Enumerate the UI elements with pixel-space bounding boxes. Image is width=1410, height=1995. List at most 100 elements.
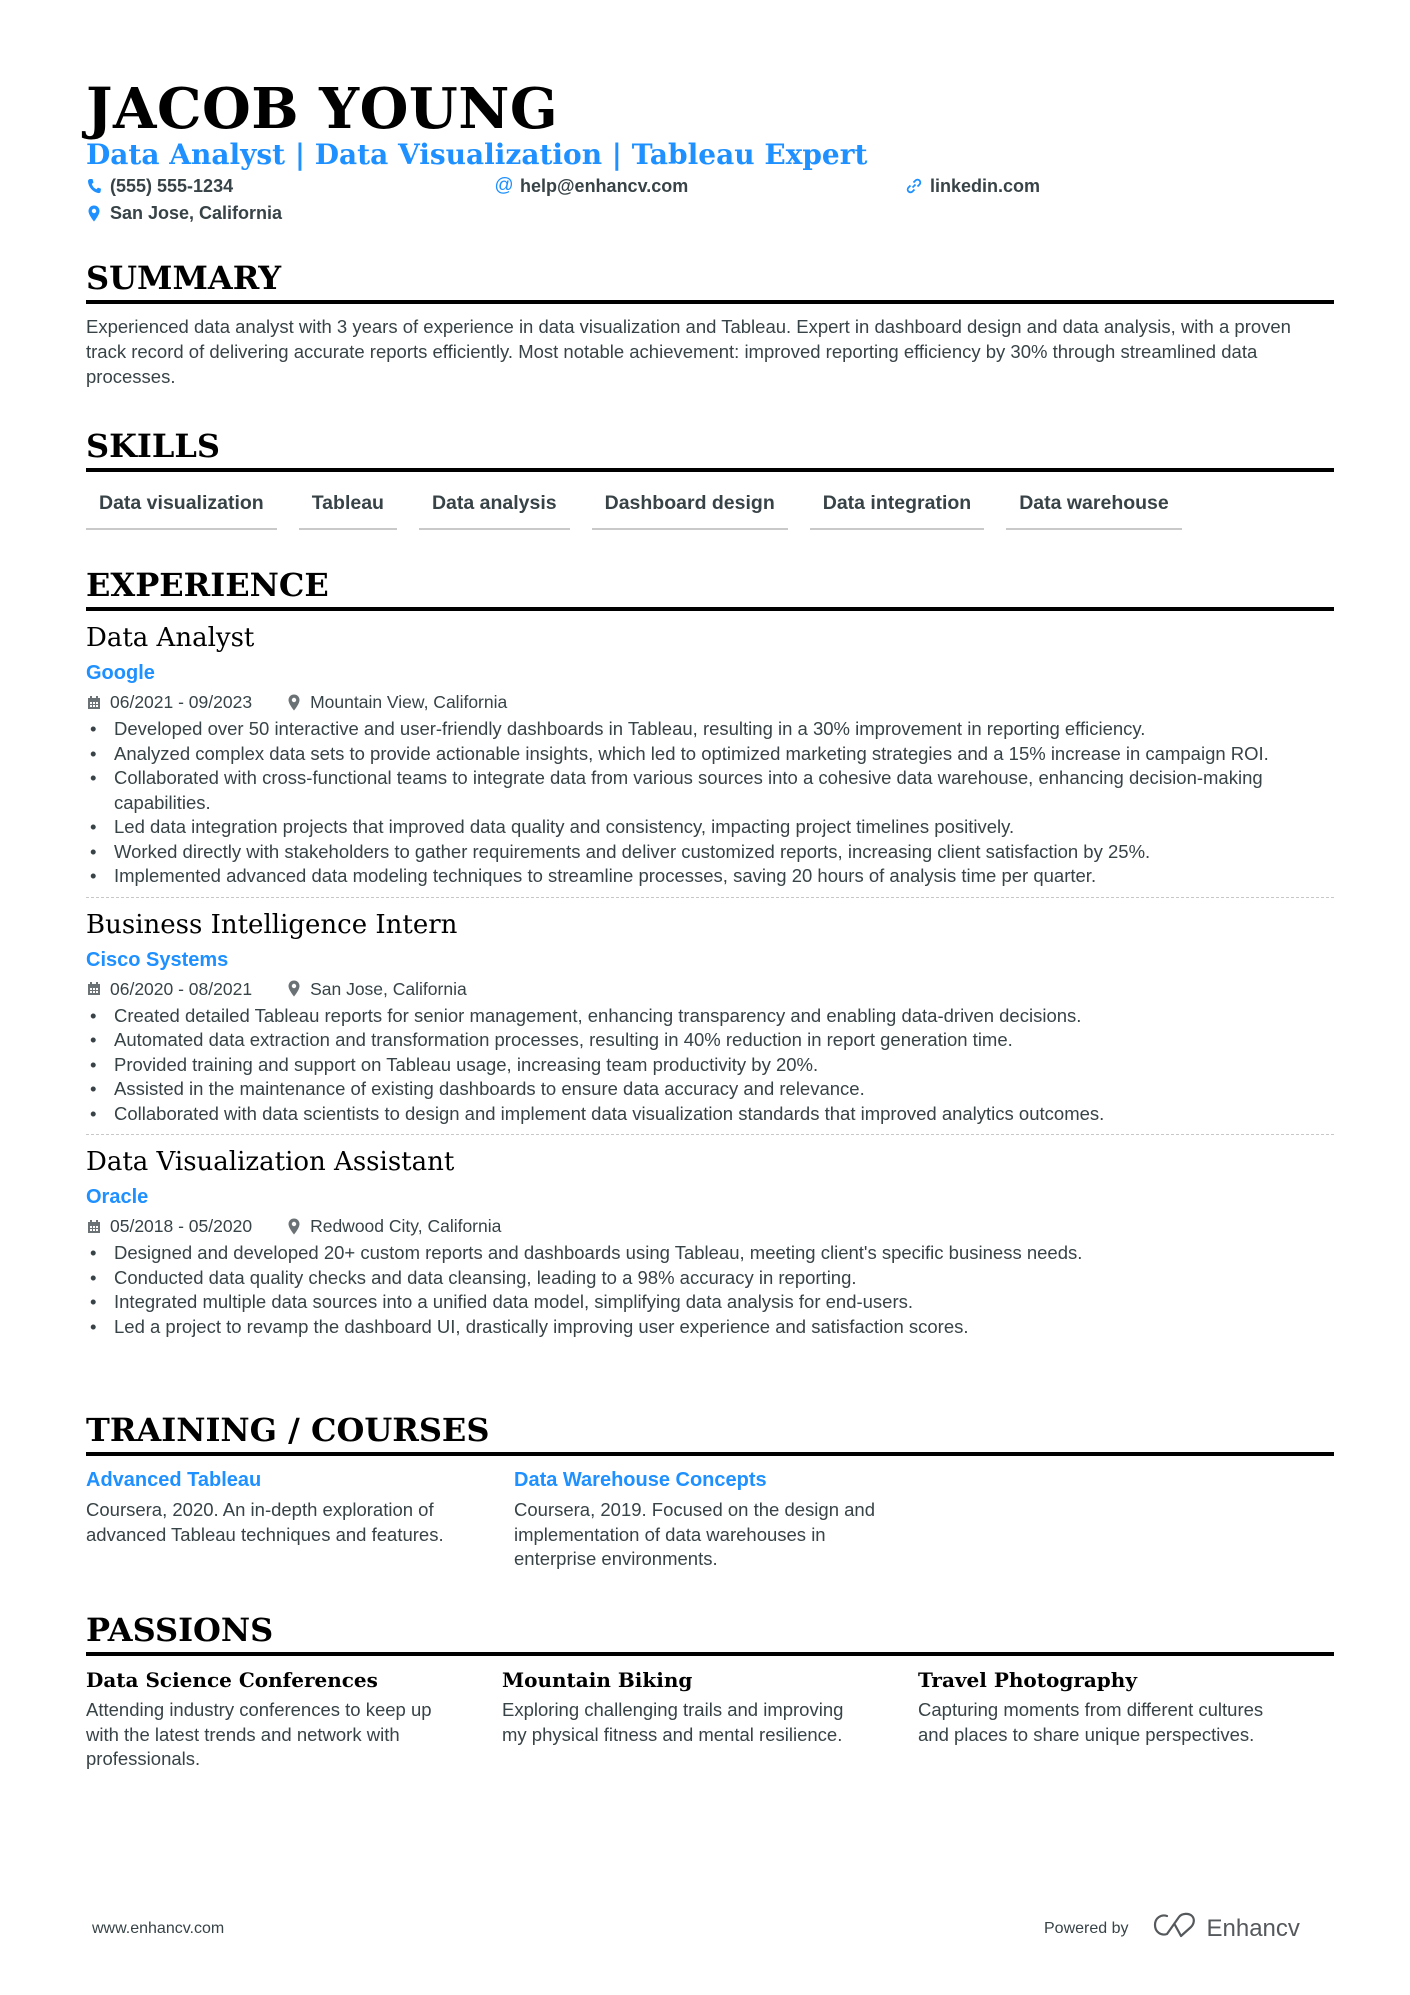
email-link[interactable]: help@enhancv.com: [520, 174, 688, 198]
bullet-item: Created detailed Tableau reports for sen…: [86, 1004, 1334, 1029]
calendar-icon: [86, 1219, 102, 1234]
job-title: Business Intelligence Intern: [86, 909, 458, 940]
job-meta: 06/2021 - 09/2023 Mountain View, Califor…: [86, 689, 1334, 715]
brand-logo[interactable]: Enhancv: [1153, 1912, 1300, 1945]
bullet-item: Led a project to revamp the dashboard UI…: [86, 1315, 1334, 1340]
section-title: PASSIONS: [86, 1611, 274, 1649]
footer-website[interactable]: www.enhancv.com: [92, 1920, 224, 1938]
calendar-icon: [86, 981, 102, 996]
job-bullets: Designed and developed 20+ custom report…: [86, 1241, 1334, 1339]
bullet-item: Implemented advanced data modeling techn…: [86, 864, 1334, 889]
bullet-item: Assisted in the maintenance of existing …: [86, 1077, 1334, 1102]
job-divider: [86, 1134, 1334, 1135]
passion-title: Travel Photography: [918, 1668, 1137, 1692]
bullet-item: Provided training and support on Tableau…: [86, 1053, 1334, 1078]
brand-name: Enhancv: [1206, 1914, 1300, 1942]
at-icon: @: [494, 175, 514, 196]
courses-list: Advanced Tableau Coursera, 2020. An in-d…: [86, 1466, 1334, 1572]
bullet-item: Conducted data quality checks and data c…: [86, 1266, 1334, 1291]
experience-section: EXPERIENCE Data Analyst Google 06/2021 -…: [86, 565, 1334, 1339]
passion-title: Data Science Conferences: [86, 1668, 378, 1692]
powered-by-label: Powered by: [1044, 1919, 1129, 1937]
summary-section: SUMMARY Experienced data analyst with 3 …: [86, 258, 1334, 389]
company-name: Oracle: [86, 1186, 149, 1208]
skill-tag: Data warehouse: [1006, 490, 1182, 530]
bullet-item: Integrated multiple data sources into a …: [86, 1290, 1334, 1315]
bullet-item: Collaborated with data scientists to des…: [86, 1102, 1334, 1127]
company-name: Cisco Systems: [86, 948, 229, 971]
course-description: Coursera, 2020. An in-depth exploration …: [86, 1499, 444, 1545]
bullet-item: Worked directly with stakeholders to gat…: [86, 840, 1334, 865]
location-text: San Jose, California: [110, 203, 283, 223]
map-pin-icon: [286, 1218, 302, 1235]
passion-description: Exploring challenging trails and improvi…: [502, 1699, 844, 1745]
job-location: Redwood City, California: [310, 1216, 502, 1236]
job-location: San Jose, California: [310, 978, 467, 999]
section-divider: [86, 468, 1334, 472]
map-pin-icon: [286, 694, 302, 711]
job-dates: 06/2021 - 09/2023: [110, 692, 253, 712]
bullet-item: Developed over 50 interactive and user-f…: [86, 717, 1334, 742]
enhancv-logo-icon: [1153, 1912, 1199, 1945]
bullet-item: Collaborated with cross-functional teams…: [86, 766, 1334, 815]
bullet-item: Analyzed complex data sets to provide ac…: [86, 742, 1334, 767]
course-description: Coursera, 2019. Focused on the design an…: [514, 1499, 875, 1569]
job-title: Data Visualization Assistant: [86, 1147, 455, 1177]
map-pin-icon: [286, 980, 302, 997]
contact-location: San Jose, California: [86, 201, 282, 225]
job-meta: 05/2018 - 05/2020 Redwood City, Californ…: [86, 1213, 1334, 1239]
job-entry: Data Visualization Assistant Oracle 05/2…: [86, 1145, 1334, 1339]
skill-tag: Tableau: [298, 490, 397, 530]
passion-item: Mountain Biking Exploring challenging tr…: [502, 1666, 862, 1772]
phone-icon: [86, 178, 102, 194]
linkedin-link[interactable]: linkedin.com: [930, 174, 1040, 198]
job-location: Mountain View, California: [310, 692, 508, 712]
skill-tag: Data integration: [809, 490, 985, 530]
section-title: EXPERIENCE: [86, 566, 329, 604]
calendar-icon: [86, 695, 102, 710]
course-item: Advanced Tableau Coursera, 2020. An in-d…: [86, 1466, 458, 1572]
phone-number: (555) 555-1234: [110, 176, 234, 196]
passion-title: Mountain Biking: [502, 1668, 693, 1692]
contact-link[interactable]: linkedin.com: [906, 174, 1040, 198]
passion-description: Attending industry conferences to keep u…: [86, 1699, 432, 1769]
skills-list: Data visualization Tableau Data analysis…: [86, 490, 1334, 530]
bullet-item: Automated data extraction and transforma…: [86, 1028, 1334, 1053]
contact-phone: (555) 555-1234: [86, 174, 233, 198]
headline: Data Analyst | Data Visualization | Tabl…: [86, 138, 868, 171]
candidate-name: JACOB YOUNG: [86, 76, 559, 142]
training-section: TRAINING / COURSES Advanced Tableau Cour…: [86, 1410, 1334, 1572]
footer-branding: Powered by Enhancv: [1044, 1912, 1300, 1945]
job-dates: 06/2020 - 08/2021: [110, 978, 253, 999]
job-title: Data Analyst: [86, 623, 255, 653]
job-entry: Data Analyst Google 06/2021 - 09/2023 Mo…: [86, 621, 1334, 889]
job-entry: Business Intelligence Intern Cisco Syste…: [86, 908, 1334, 1127]
passion-description: Capturing moments from different culture…: [918, 1699, 1264, 1745]
skill-tag: Dashboard design: [591, 490, 788, 530]
course-title: Advanced Tableau: [86, 1469, 262, 1491]
course-title: Data Warehouse Concepts: [514, 1469, 767, 1491]
contact-email[interactable]: @ help@enhancv.com: [494, 174, 688, 198]
section-divider: [86, 607, 1334, 611]
skill-tag: Data analysis: [418, 490, 570, 530]
skills-section: SKILLS Data visualization Tableau Data a…: [86, 426, 1334, 530]
job-bullets: Developed over 50 interactive and user-f…: [86, 717, 1334, 889]
summary-text: Experienced data analyst with 3 years of…: [86, 316, 1291, 387]
section-title: SKILLS: [86, 427, 220, 465]
passions-section: PASSIONS Data Science Conferences Attend…: [86, 1610, 1334, 1772]
section-title: SUMMARY: [86, 259, 282, 297]
passion-item: Travel Photography Capturing moments fro…: [918, 1666, 1278, 1772]
section-title: TRAINING / COURSES: [86, 1411, 490, 1449]
passion-item: Data Science Conferences Attending indus…: [86, 1666, 446, 1772]
skill-tag: Data visualization: [86, 490, 277, 530]
link-icon: [906, 178, 922, 194]
job-bullets: Created detailed Tableau reports for sen…: [86, 1004, 1334, 1127]
section-divider: [86, 300, 1334, 304]
job-dates: 05/2018 - 05/2020: [110, 1216, 253, 1236]
course-item: Data Warehouse Concepts Coursera, 2019. …: [514, 1466, 886, 1572]
job-divider: [86, 896, 1334, 898]
section-divider: [86, 1452, 1334, 1456]
passions-list: Data Science Conferences Attending indus…: [86, 1666, 1334, 1772]
company-name: Google: [86, 662, 155, 684]
job-meta: 06/2020 - 08/2021 San Jose, California: [86, 976, 1334, 1002]
